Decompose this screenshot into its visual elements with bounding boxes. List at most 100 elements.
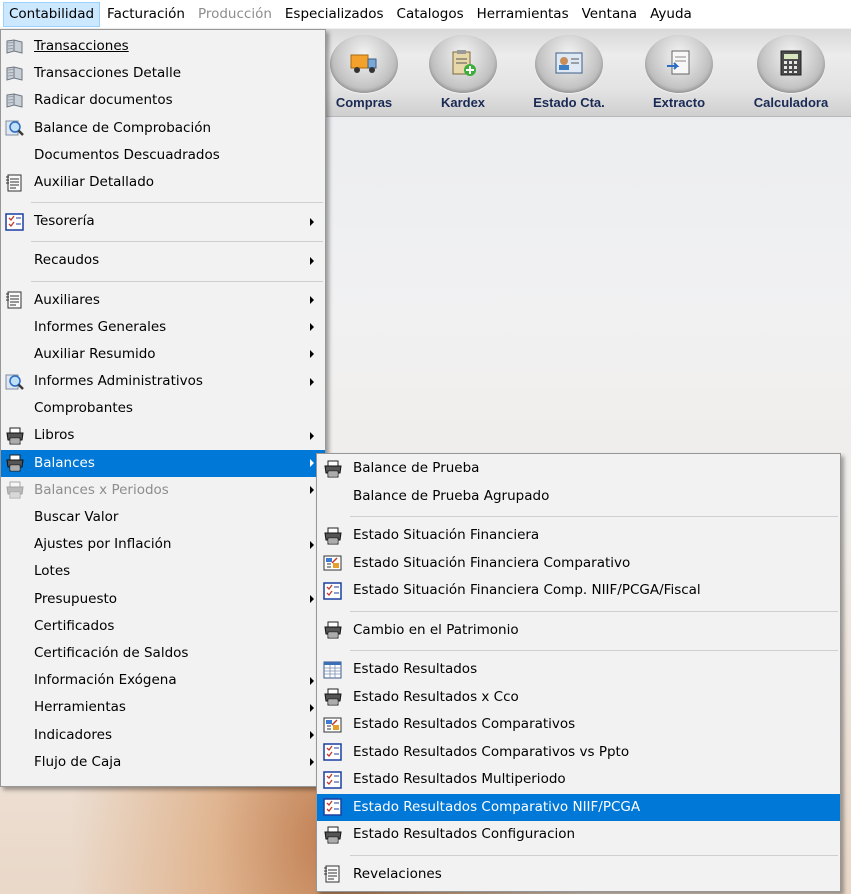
menu-item-transacciones[interactable]: Transacciones [1, 33, 325, 60]
submenu-item-estado-resultados[interactable]: Estado Resultados [317, 656, 840, 684]
kardex-label: Kardex [440, 95, 486, 110]
menu-separator [317, 849, 840, 861]
submenu-item-estado-situacion-financiera-comparativo[interactable]: Estado Situación Financiera Comparativo [317, 550, 840, 578]
printer-icon [323, 826, 343, 844]
submenu-arrow-icon [310, 540, 314, 549]
submenu-arrow-icon [310, 595, 314, 604]
submenu-arrow-icon [310, 350, 314, 359]
printer-icon [5, 454, 25, 472]
menu-ventana[interactable]: Ventana [576, 2, 643, 27]
menu-item-ajustes-por-inflacion[interactable]: Ajustes por Inflación [1, 531, 325, 558]
submenu-arrow-icon [310, 459, 314, 468]
compras-button[interactable]: Compras [314, 35, 414, 115]
checklist-icon [323, 771, 343, 789]
printer-icon [323, 688, 343, 706]
spreadsheet-icon [323, 661, 343, 679]
submenu-item-estado-resultados-configuracion[interactable]: Estado Resultados Configuracion [317, 821, 840, 849]
menu-item-documentos-descuadrados[interactable]: Documentos Descuadrados [1, 142, 325, 169]
submenu-item-estado-resultados-comparativos-vs-ppto[interactable]: Estado Resultados Comparativos vs Ppto [317, 739, 840, 767]
menu-item-tesoreria[interactable]: Tesorería [1, 208, 325, 235]
id-card-icon [555, 52, 583, 74]
submenu-item-balance-de-prueba-agrupado[interactable]: Balance de Prueba Agrupado [317, 483, 840, 511]
extracto-button[interactable]: Extracto [629, 35, 729, 115]
book-icon [5, 65, 25, 83]
menu-item-recaudos[interactable]: Recaudos [1, 247, 325, 274]
truck-icon [350, 54, 377, 73]
menu-item-certificacion-de-saldos[interactable]: Certificación de Saldos [1, 640, 325, 667]
submenu-arrow-icon [310, 377, 314, 386]
menu-facturacion[interactable]: Facturación [101, 2, 191, 27]
submenu-item-estado-situacion-financiera-comp-niif[interactable]: Estado Situación Financiera Comp. NIIF/P… [317, 577, 840, 605]
menu-item-presupuesto[interactable]: Presupuesto [1, 586, 325, 613]
ledger-icon [5, 174, 25, 192]
toolbar: Compras Kardex Estado Cta. Extracto Calc… [316, 29, 851, 117]
ledger-icon [323, 865, 343, 883]
compras-label: Compras [335, 95, 393, 110]
menu-ayuda[interactable]: Ayuda [644, 2, 698, 27]
menu-item-buscar-valor[interactable]: Buscar Valor [1, 504, 325, 531]
estado-cta-button[interactable]: Estado Cta. [519, 35, 619, 115]
compare-icon [323, 716, 343, 734]
menu-item-comprobantes[interactable]: Comprobantes [1, 395, 325, 422]
submenu-item-estado-resultados-comparativo-niif-pcga[interactable]: Estado Resultados Comparativo NIIF/PCGA [317, 793, 840, 821]
submenu-arrow-icon [310, 676, 314, 685]
submenu-item-revelaciones[interactable]: Revelaciones [317, 861, 840, 889]
submenu-item-balance-de-prueba[interactable]: Balance de Prueba [317, 455, 840, 483]
book-icon [5, 92, 25, 110]
kardex-button[interactable]: Kardex [413, 35, 513, 115]
menu-item-certificados[interactable]: Certificados [1, 613, 325, 640]
submenu-item-estado-resultados-multiperiodo[interactable]: Estado Resultados Multiperiodo [317, 766, 840, 794]
estado-cta-label: Estado Cta. [533, 95, 605, 110]
compare-icon [323, 554, 343, 572]
submenu-arrow-icon [310, 703, 314, 712]
checklist-icon [323, 582, 343, 600]
menu-item-informes-administrativos[interactable]: Informes Administrativos [1, 368, 325, 395]
magnifier-icon [5, 119, 25, 137]
menu-separator [1, 235, 325, 247]
menu-item-informes-generales[interactable]: Informes Generales [1, 314, 325, 341]
menu-item-libros[interactable]: Libros [1, 422, 325, 449]
submenu-arrow-icon [310, 486, 314, 495]
menu-item-balances-x-periodos[interactable]: Balances x Periodos [1, 477, 325, 504]
calculadora-button[interactable]: Calculadora [741, 35, 841, 115]
menu-contabilidad[interactable]: Contabilidad [3, 1, 101, 27]
calculadora-label: Calculadora [753, 95, 829, 110]
printer-icon [323, 527, 343, 545]
menu-separator [317, 605, 840, 617]
submenu-arrow-icon [310, 731, 314, 740]
submenu-arrow-icon [310, 296, 314, 305]
menu-especializados[interactable]: Especializados [279, 2, 390, 27]
menu-herramientas[interactable]: Herramientas [471, 2, 575, 27]
menu-item-auxiliar-resumido[interactable]: Auxiliar Resumido [1, 341, 325, 368]
menu-item-indicadores[interactable]: Indicadores [1, 722, 325, 749]
checklist-icon [5, 213, 25, 231]
submenu-item-cambio-en-el-patrimonio[interactable]: Cambio en el Patrimonio [317, 617, 840, 645]
submenu-arrow-icon [310, 758, 314, 767]
menu-produccion[interactable]: Producción [192, 2, 278, 27]
menu-item-radicar-documentos[interactable]: Radicar documentos [1, 87, 325, 114]
menu-item-lotes[interactable]: Lotes [1, 558, 325, 585]
menu-item-transacciones-detalle[interactable]: Transacciones Detalle [1, 60, 325, 87]
menu-item-informacion-exogena[interactable]: Información Exógena [1, 667, 325, 694]
magnifier-icon [5, 373, 25, 391]
checklist-icon [323, 798, 343, 816]
menu-item-herramientas[interactable]: Herramientas [1, 694, 325, 721]
menu-item-balances[interactable]: Balances [1, 449, 325, 477]
menu-catalogos[interactable]: Catalogos [391, 2, 470, 27]
menu-separator [1, 196, 325, 208]
submenu-item-estado-resultados-x-cco[interactable]: Estado Resultados x Cco [317, 684, 840, 712]
extracto-label: Extracto [652, 95, 706, 110]
menu-item-flujo-de-caja[interactable]: Flujo de Caja [1, 749, 325, 776]
printer-icon [5, 427, 25, 445]
submenu-arrow-icon [310, 256, 314, 265]
menu-separator [1, 275, 325, 287]
submenu-arrow-icon [310, 323, 314, 332]
printer-icon [323, 621, 343, 639]
printer-icon [5, 481, 25, 499]
calculator-icon [780, 50, 802, 76]
menu-item-auxiliar-detallado[interactable]: Auxiliar Detallado [1, 169, 325, 196]
submenu-item-estado-situacion-financiera[interactable]: Estado Situación Financiera [317, 522, 840, 550]
menu-item-balance-de-comprobacion[interactable]: Balance de Comprobación [1, 115, 325, 142]
menu-item-auxiliares[interactable]: Auxiliares [1, 287, 325, 314]
submenu-item-estado-resultados-comparativos[interactable]: Estado Resultados Comparativos [317, 711, 840, 739]
